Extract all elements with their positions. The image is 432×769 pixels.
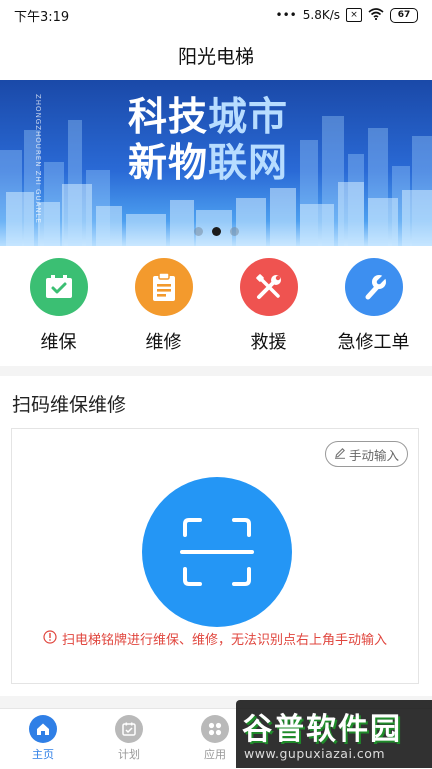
scan-hint: 扫电梯铭牌进行维保、维修，无法识别点右上角手动输入 (12, 629, 418, 648)
tab-label: 计划 (118, 748, 140, 761)
quick-action-rescue[interactable]: 救援 (219, 258, 319, 354)
apps-icon (201, 715, 229, 743)
network-speed: 5.8K/s (302, 8, 340, 22)
quick-actions: 维保 维修 救援 急修工单 (0, 246, 432, 366)
carousel-dot[interactable] (229, 227, 239, 236)
banner-line2-blue: 联网 (208, 141, 289, 186)
info-icon (43, 629, 57, 648)
section-title: 扫码维保维修 (12, 394, 127, 416)
banner-line1-blue: 城市 (208, 95, 289, 140)
scan-section: 扫码维保维修 手动输入 扫电梯铭牌进行维保、维修，无法识别点右上角手动输入 (0, 376, 432, 696)
manual-input-button[interactable]: 手动输入 (324, 441, 408, 467)
banner-headline-line2: 新物联网 (128, 144, 288, 183)
tools-icon (239, 258, 298, 316)
status-bar: 下午3:19 ••• 5.8K/s × 67 (0, 0, 432, 30)
site-watermark: 谷普软件园 www.gupuxiazai.com (236, 700, 432, 768)
status-indicators: ••• 5.8K/s × 67 (275, 7, 418, 23)
calendar-icon (115, 715, 143, 743)
watermark-title: 谷普软件园 (242, 712, 402, 747)
quick-action-label: 维保 (40, 332, 77, 353)
signal-dots: ••• (275, 8, 297, 22)
promo-banner[interactable]: ZHONGZHOUREN ZHI GUANLE 科技城市 新物联网 (0, 80, 432, 246)
watermark-url: www.gupuxiazai.com (244, 746, 386, 761)
manual-input-label: 手动输入 (348, 447, 399, 463)
scan-panel: 手动输入 扫电梯铭牌进行维保、维修，无法识别点右上角手动输入 (11, 428, 419, 684)
qr-scan-icon (180, 518, 254, 586)
edit-icon (334, 447, 346, 462)
tab-label: 应用 (204, 748, 226, 761)
tab-label: 主页 (32, 748, 54, 761)
quick-action-repair[interactable]: 维修 (114, 258, 214, 354)
carousel-dot-active[interactable] (211, 227, 221, 236)
banner-vertical-text: ZHONGZHOUREN ZHI GUANLE (34, 94, 42, 224)
banner-headline-line1: 科技城市 (128, 98, 288, 137)
quick-action-label: 急修工单 (337, 332, 410, 353)
quick-action-label: 救援 (250, 332, 287, 353)
clipboard-icon (134, 258, 193, 316)
banner-line1-white: 科技 (128, 95, 209, 140)
sim-x-icon: × (346, 8, 362, 22)
tab-plan[interactable]: 计划 (86, 709, 172, 769)
banner-line2-white: 新物 (128, 141, 209, 186)
app-header: 阳光电梯 (0, 30, 432, 80)
scan-hint-text: 扫电梯铭牌进行维保、维修，无法识别点右上角手动输入 (61, 633, 387, 648)
quick-action-urgent-order[interactable]: 急修工单 (324, 258, 424, 354)
carousel-dots (0, 227, 432, 236)
home-icon (29, 715, 57, 743)
quick-action-maintenance[interactable]: 维保 (9, 258, 109, 354)
battery-icon: 67 (390, 7, 418, 23)
wifi-icon (368, 7, 384, 23)
page-title: 阳光电梯 (177, 45, 254, 68)
scan-button[interactable] (142, 477, 292, 627)
status-time: 下午3:19 (14, 9, 70, 25)
wrench-icon (344, 258, 403, 316)
quick-action-label: 维修 (145, 332, 182, 353)
battery-check-icon (29, 258, 88, 316)
carousel-dot[interactable] (193, 227, 203, 236)
tab-home[interactable]: 主页 (0, 709, 86, 769)
